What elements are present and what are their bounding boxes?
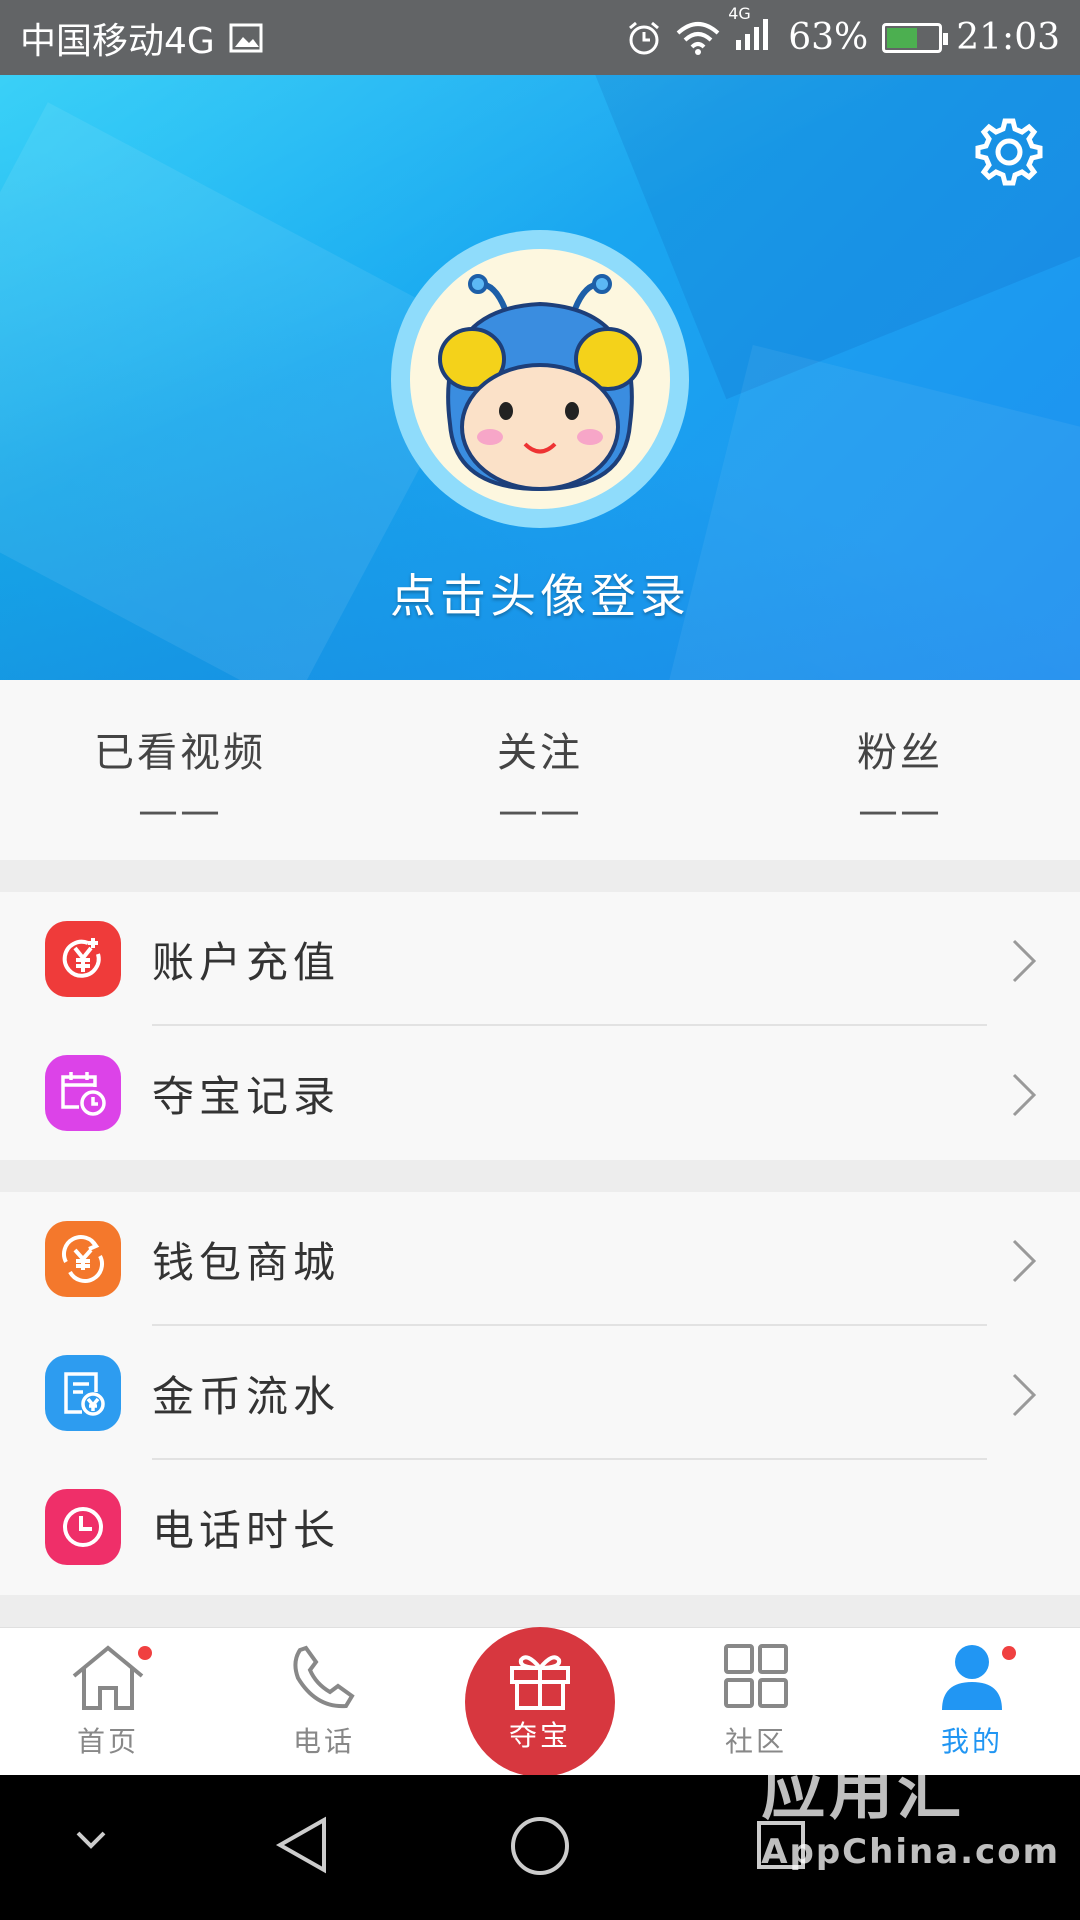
- menu-item-label: 电话时长: [152, 1505, 341, 1555]
- nav-label: 夺宝: [508, 1719, 571, 1752]
- watermark-subtitle: AppChina.com: [761, 1832, 1060, 1872]
- stat-value: ——: [498, 788, 582, 834]
- recharge-icon: [45, 921, 121, 997]
- menu-item-label: 钱包商城: [152, 1237, 341, 1287]
- watermark-logo: 应用汇 AppChina.com: [761, 1740, 1060, 1872]
- menu-item-label: 夺宝记录: [152, 1071, 341, 1121]
- phone-icon: [293, 1645, 355, 1709]
- stat-value: ——: [138, 788, 222, 834]
- profile-header: 点击头像登录: [0, 75, 1080, 680]
- menu-item-wallet-mall[interactable]: 钱包商城: [0, 1192, 1080, 1326]
- menu-item-label: 金币流水: [152, 1371, 341, 1421]
- nav-treasure[interactable]: 夺宝: [465, 1627, 615, 1777]
- receipt-icon: [45, 1355, 121, 1431]
- menu-item-coin-flow[interactable]: 金币流水: [0, 1326, 1080, 1460]
- image-notification-icon: [229, 23, 263, 52]
- stat-following[interactable]: 关注 ——: [360, 680, 720, 860]
- notification-dot: [1002, 1646, 1016, 1660]
- clock-time: 21:03: [956, 17, 1060, 58]
- wallet-icon: [45, 1221, 121, 1297]
- bee-mascot-icon: [438, 274, 642, 492]
- menu-item-call-duration[interactable]: 电话时长: [0, 1460, 1080, 1594]
- nav-label: 首页: [76, 1725, 139, 1758]
- alarm-icon: [629, 21, 660, 54]
- watermark-title: 应用汇: [761, 1755, 966, 1829]
- chevron-right-icon: [1012, 939, 1037, 983]
- network-type-label: 4G: [728, 4, 751, 23]
- menu-group-2: 钱包商城 金币流水 电话时长: [0, 1192, 1080, 1595]
- nav-home[interactable]: 首页: [38, 1642, 178, 1760]
- grid-icon: [724, 1644, 788, 1708]
- stat-label: 已看视频: [94, 730, 266, 776]
- stats-bar: 已看视频 —— 关注 —— 粉丝 ——: [0, 680, 1080, 860]
- nav-phone[interactable]: 电话: [254, 1642, 394, 1760]
- menu-item-label: 账户充值: [152, 937, 341, 987]
- chevron-down-icon[interactable]: [74, 1829, 108, 1851]
- notification-dot: [138, 1646, 152, 1660]
- calendar-clock-icon: [45, 1055, 121, 1131]
- login-prompt[interactable]: 点击头像登录: [0, 560, 1080, 626]
- clock-icon: [45, 1489, 121, 1565]
- chevron-right-icon: [1012, 1239, 1037, 1283]
- battery-percent: 63%: [788, 17, 869, 58]
- user-icon: [942, 1645, 1002, 1710]
- stat-fans[interactable]: 粉丝 ——: [720, 680, 1080, 860]
- home-circle-icon[interactable]: [509, 1815, 571, 1877]
- home-icon: [72, 1645, 144, 1710]
- avatar-image: [410, 249, 670, 509]
- nav-label: 电话: [292, 1725, 355, 1758]
- avatar[interactable]: [391, 230, 689, 528]
- gift-icon: [510, 1655, 570, 1710]
- stat-label: 关注: [497, 730, 583, 776]
- menu-item-treasure-records[interactable]: 夺宝记录: [0, 1026, 1080, 1160]
- back-icon[interactable]: [274, 1815, 330, 1875]
- stat-watched-videos[interactable]: 已看视频 ——: [0, 680, 360, 860]
- status-bar: 中国移动4G 4G 63% 21:03: [0, 0, 1080, 75]
- wifi-icon: [676, 21, 720, 55]
- stat-label: 粉丝: [857, 730, 943, 776]
- menu-item-recharge[interactable]: 账户充值: [0, 892, 1080, 1026]
- gear-icon[interactable]: [972, 115, 1046, 189]
- stat-value: ——: [858, 788, 942, 834]
- signal-group: 4G: [728, 4, 774, 59]
- battery-icon: [882, 22, 949, 53]
- carrier-label: 中国移动4G: [20, 20, 215, 62]
- chevron-right-icon: [1012, 1073, 1037, 1117]
- chevron-right-icon: [1012, 1373, 1037, 1417]
- menu-group-1: 账户充值 夺宝记录: [0, 892, 1080, 1160]
